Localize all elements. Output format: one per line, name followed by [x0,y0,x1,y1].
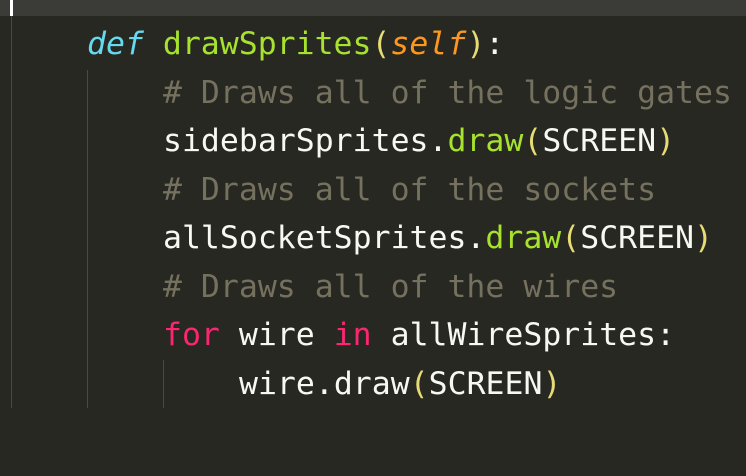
argument: SCREEN [428,366,543,402]
parameter-self: self [390,26,467,62]
code-editor[interactable]: def drawSprites(self): # Draws all of th… [0,0,746,476]
indent-guide [87,70,88,408]
object-method: wire.draw [239,366,410,402]
comment-text: # Draws all of the sockets [163,172,657,208]
indent-guide [11,16,12,408]
indent-guide [163,360,164,408]
colon: : [485,26,505,62]
method-name: draw [485,220,562,256]
object-name: sidebarSprites. [163,123,448,159]
code-line-comment[interactable]: # Draws all of the logic gates [163,69,732,117]
code-line-for[interactable]: for wire in allWireSprites: [163,311,675,359]
code-line-call[interactable]: sidebarSprites.draw(SCREEN) [163,117,675,165]
open-paren: ( [561,220,581,256]
code-line-comment[interactable]: # Draws all of the wires [163,263,618,311]
text-cursor [10,0,13,16]
open-paren: ( [409,366,429,402]
in-keyword: in [333,317,372,353]
code-line-comment[interactable]: # Draws all of the sockets [163,166,656,214]
open-paren: ( [523,123,543,159]
for-keyword: for [163,317,220,353]
code-line-call[interactable]: wire.draw(SCREEN) [239,360,561,408]
comment-text: # Draws all of the logic gates [163,75,732,111]
close-paren: ) [542,366,562,402]
loop-variable: wire [219,317,334,353]
code-line-def[interactable]: def drawSprites(self): [87,20,504,68]
object-name: allSocketSprites. [163,220,486,256]
comment-text: # Draws all of the wires [163,269,619,305]
code-line-call[interactable]: allSocketSprites.draw(SCREEN) [163,214,713,262]
iterable: allWireSprites: [371,317,676,353]
argument: SCREEN [542,123,657,159]
def-keyword: def [87,26,144,62]
argument: SCREEN [580,220,695,256]
close-paren: ) [656,123,676,159]
editor-top-strip [0,0,746,16]
method-name: draw [447,123,524,159]
open-paren: ( [371,26,391,62]
close-paren: ) [694,220,713,256]
close-paren: ) [466,26,486,62]
function-name: drawSprites [162,26,372,62]
